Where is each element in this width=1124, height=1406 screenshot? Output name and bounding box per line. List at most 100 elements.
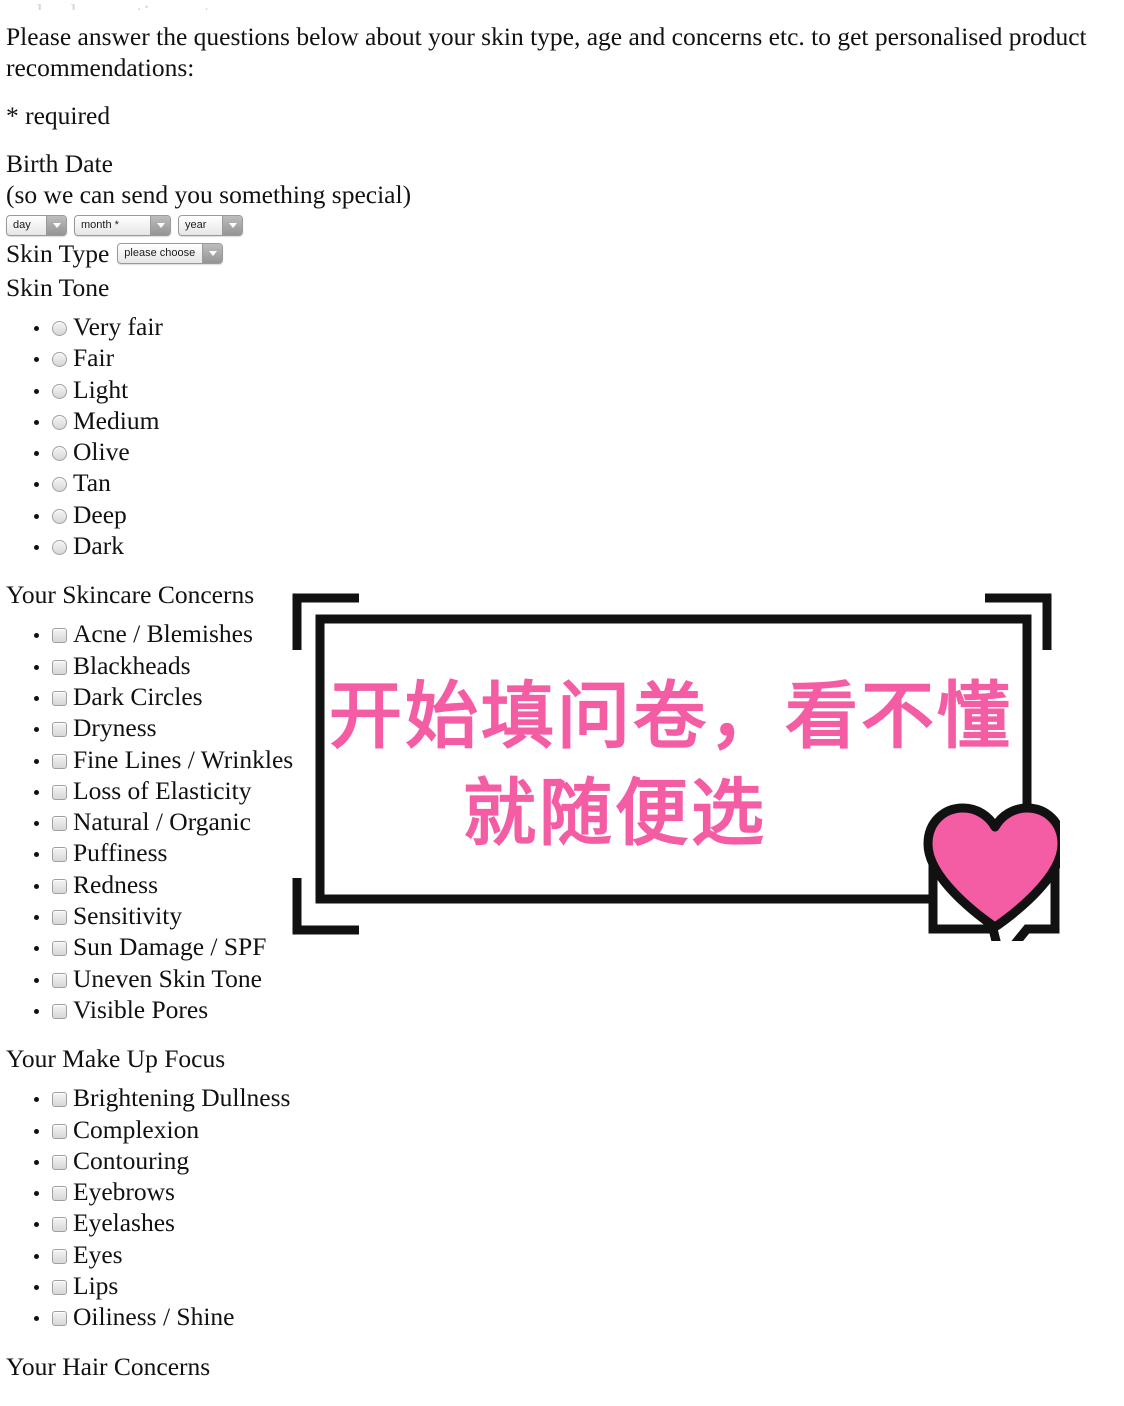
skin-tone-option-radio[interactable] (52, 414, 67, 430)
list-item[interactable]: Fine Lines / Wrinkles (30, 744, 1124, 775)
makeup-focus-option-label: Oiliness / Shine (73, 1302, 235, 1332)
list-item[interactable]: Eyes (30, 1239, 1124, 1270)
skincare-concern-option-checkbox[interactable] (52, 690, 67, 706)
day-select[interactable]: day (6, 215, 67, 236)
skin-tone-option-radio[interactable] (52, 352, 67, 368)
skincare-concern-option-checkbox[interactable] (52, 847, 67, 863)
skincare-concern-option-checkbox[interactable] (52, 972, 67, 988)
list-item[interactable]: Loss of Elasticity (30, 775, 1124, 806)
skincare-concern-option-checkbox[interactable] (52, 753, 67, 769)
skincare-concern-option-label: Acne / Blemishes (73, 619, 253, 649)
birth-date-label: Birth Date (6, 149, 113, 178)
makeup-focus-option-checkbox[interactable] (52, 1186, 67, 1202)
skin-tone-option-label: Fair (73, 343, 115, 373)
list-item[interactable]: Eyelashes (30, 1207, 1124, 1238)
chevron-down-icon (150, 216, 170, 235)
month-select-value: month * (81, 219, 119, 231)
makeup-focus-option-label: Lips (73, 1271, 119, 1301)
list-item[interactable]: Puffiness (30, 837, 1124, 868)
list-item[interactable]: Light (30, 374, 1124, 405)
skincare-concern-option-checkbox[interactable] (52, 878, 67, 894)
list-item[interactable]: Dark (30, 530, 1124, 561)
skin-tone-options: Very fair Fair Light Medium Olive Tan Deep Dark (0, 311, 1124, 561)
skin-type-select[interactable]: please choose (117, 243, 224, 264)
list-item[interactable]: Complexion (30, 1114, 1124, 1145)
required-note: * required (6, 101, 111, 130)
list-item[interactable]: Sensitivity (30, 900, 1124, 931)
chevron-down-icon (46, 216, 66, 235)
makeup-focus-option-checkbox[interactable] (52, 1123, 67, 1139)
skincare-concern-option-checkbox[interactable] (52, 1003, 67, 1019)
skincare-concern-option-checkbox[interactable] (52, 816, 67, 832)
skincare-concern-option-label: Loss of Elasticity (73, 775, 252, 805)
skincare-concern-option-checkbox[interactable] (52, 659, 67, 675)
skin-tone-option-label: Dark (73, 531, 124, 561)
month-select[interactable]: month * (74, 215, 171, 236)
makeup-focus-option-checkbox[interactable] (52, 1311, 67, 1327)
hair-concerns-label: Your Hair Concerns (6, 1351, 211, 1381)
skincare-concern-option-checkbox[interactable] (52, 941, 67, 957)
skincare-concern-option-label: Blackheads (73, 650, 191, 680)
makeup-focus-option-checkbox[interactable] (52, 1280, 67, 1296)
list-item[interactable]: Acne / Blemishes (30, 618, 1124, 649)
day-select-value: day (13, 219, 31, 231)
skin-tone-option-label: Very fair (73, 312, 163, 341)
list-item[interactable]: Dark Circles (30, 681, 1124, 712)
skincare-concern-option-label: Dark Circles (73, 681, 203, 711)
makeup-focus-option-checkbox[interactable] (52, 1217, 67, 1233)
list-item[interactable]: Deep (30, 499, 1124, 530)
skincare-concern-option-label: Puffiness (73, 838, 168, 868)
skin-tone-option-label: Light (73, 374, 129, 404)
list-item[interactable]: Medium (30, 405, 1124, 436)
list-item[interactable]: Blackheads (30, 650, 1124, 681)
skin-tone-option-radio[interactable] (52, 383, 67, 399)
skin-tone-option-radio[interactable] (52, 477, 67, 493)
skin-tone-option-radio[interactable] (52, 508, 67, 524)
list-item[interactable]: Dryness (30, 712, 1124, 743)
skincare-concern-option-checkbox[interactable] (52, 628, 67, 644)
list-item[interactable]: Oiliness / Shine (30, 1301, 1124, 1332)
list-item[interactable]: Brightening Dullness (30, 1082, 1124, 1113)
birth-date-sublabel: (so we can send you something special) (6, 180, 412, 209)
list-item[interactable]: Natural / Organic (30, 806, 1124, 837)
list-item[interactable]: Very fair (30, 311, 1124, 342)
skincare-concern-option-checkbox[interactable] (52, 784, 67, 800)
makeup-focus-option-label: Contouring (73, 1145, 190, 1175)
skincare-concern-option-checkbox[interactable] (52, 910, 67, 926)
list-item[interactable]: Visible Pores (30, 994, 1124, 1025)
makeup-focus-options: Brightening Dullness Complexion Contouring… (0, 1082, 1124, 1332)
makeup-focus-option-label: Complexion (73, 1114, 200, 1144)
skin-tone-option-label: Medium (73, 405, 160, 435)
skincare-concern-option-label: Sensitivity (73, 901, 183, 931)
list-item[interactable]: Uneven Skin Tone (30, 963, 1124, 994)
list-item[interactable]: Olive (30, 436, 1124, 467)
skincare-concern-option-label: Uneven Skin Tone (73, 963, 262, 993)
list-item[interactable]: Eyebrows (30, 1176, 1124, 1207)
skin-tone-option-radio[interactable] (52, 446, 67, 462)
list-item[interactable]: Fair (30, 342, 1124, 373)
list-item[interactable]: Sun Damage / SPF (30, 931, 1124, 962)
skincare-concern-option-label: Visible Pores (73, 994, 209, 1024)
list-item[interactable]: Tan (30, 467, 1124, 498)
skin-tone-option-radio[interactable] (52, 540, 67, 556)
skin-type-select-value: please choose (124, 247, 196, 259)
chevron-down-icon (222, 216, 242, 235)
skincare-concern-option-checkbox[interactable] (52, 722, 67, 738)
skin-type-label: Skin Type (6, 239, 110, 268)
year-select[interactable]: year (178, 215, 243, 236)
makeup-focus-option-checkbox[interactable] (52, 1248, 67, 1264)
makeup-focus-option-label: Brightening Dullness (73, 1083, 291, 1113)
list-item[interactable]: Contouring (30, 1145, 1124, 1176)
makeup-focus-option-checkbox[interactable] (52, 1092, 67, 1108)
makeup-focus-option-label: Eyes (73, 1239, 123, 1269)
birth-date-selects: day month * year (0, 215, 1124, 236)
skincare-concern-option-label: Redness (73, 869, 158, 899)
skincare-concern-option-label: Natural / Organic (73, 807, 251, 837)
list-item[interactable]: Lips (30, 1270, 1124, 1301)
makeup-focus-option-checkbox[interactable] (52, 1154, 67, 1170)
makeup-focus-option-label: Eyelashes (73, 1208, 175, 1238)
intro-paragraph: Please answer the questions below about … (6, 22, 1087, 82)
skin-tone-option-radio[interactable] (52, 321, 67, 336)
list-item[interactable]: Redness (30, 869, 1124, 900)
skincare-concern-option-label: Sun Damage / SPF (73, 932, 267, 962)
